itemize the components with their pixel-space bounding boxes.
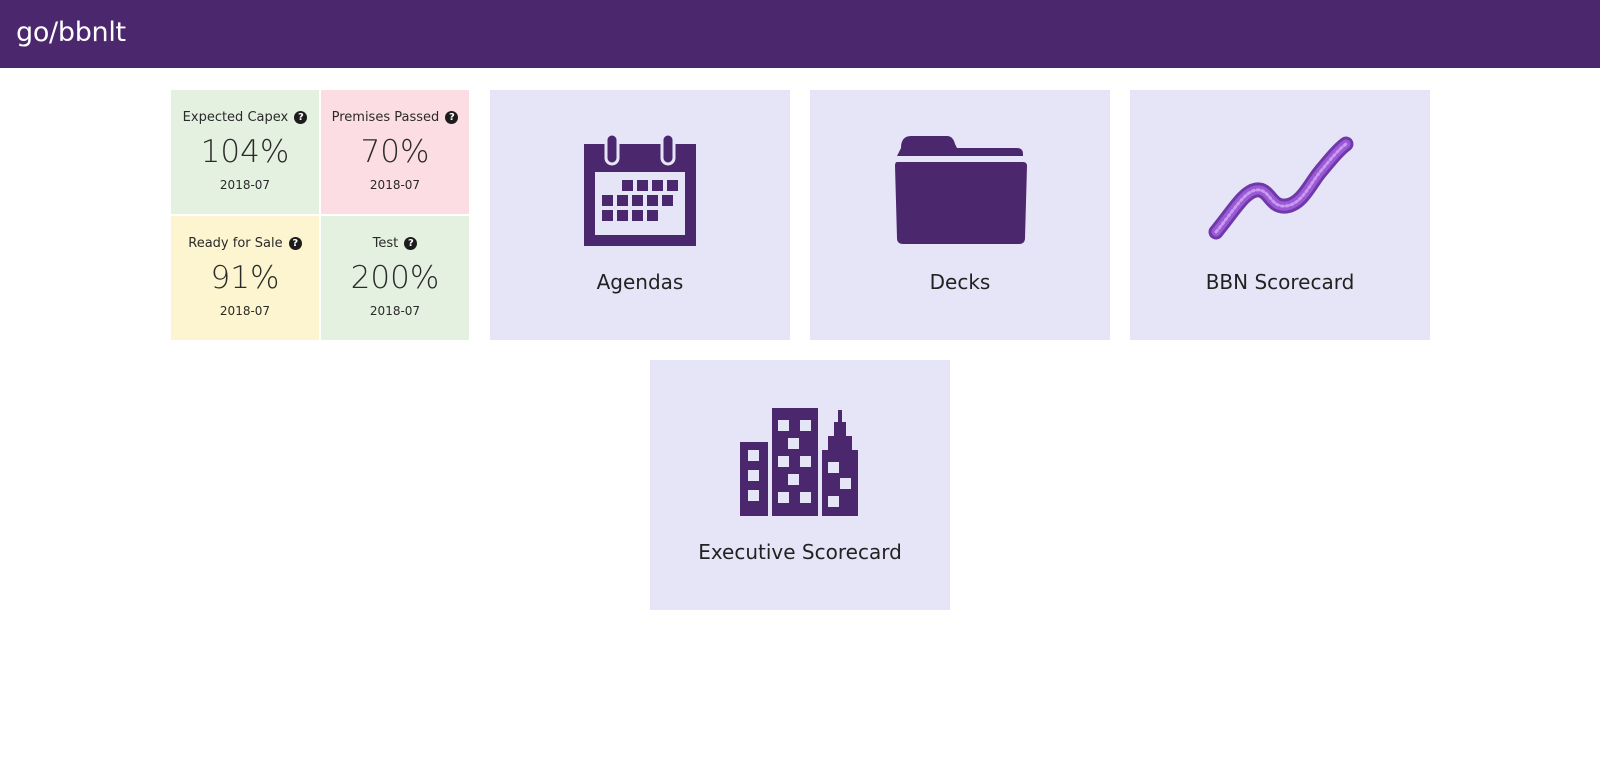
executive-scorecard-tile[interactable]: Executive Scorecard xyxy=(650,360,950,610)
tile-label: BBN Scorecard xyxy=(1205,270,1355,294)
calendar-icon xyxy=(584,134,696,246)
metric-card-ready-for-sale: Ready for Sale ? 91% 2018-07 xyxy=(171,216,319,340)
metric-value: 200% xyxy=(350,260,440,296)
metric-date: 2018-07 xyxy=(219,178,271,192)
metric-card-expected-capex: Expected Capex ? 104% 2018-07 xyxy=(171,90,319,214)
metric-date: 2018-07 xyxy=(369,304,421,318)
tile-label: Agendas xyxy=(596,270,684,294)
metric-value: 91% xyxy=(210,260,280,296)
metric-label: Ready for Sale xyxy=(188,236,283,251)
decks-tile[interactable]: Decks xyxy=(810,90,1110,340)
metric-card-test: Test ? 200% 2018-07 xyxy=(321,216,469,340)
metric-label: Expected Capex xyxy=(182,110,289,125)
help-icon[interactable]: ? xyxy=(294,111,308,124)
metric-date: 2018-07 xyxy=(219,304,271,318)
tile-label: Executive Scorecard xyxy=(698,540,902,564)
metric-value: 104% xyxy=(200,134,290,170)
agendas-tile[interactable]: Agendas xyxy=(490,90,790,340)
tile-label: Decks xyxy=(929,270,991,294)
folder-icon xyxy=(895,136,1027,244)
metric-card-premises-passed: Premises Passed ? 70% 2018-07 xyxy=(321,90,469,214)
metric-date: 2018-07 xyxy=(369,178,421,192)
metric-label: Premises Passed xyxy=(331,110,440,125)
help-icon[interactable]: ? xyxy=(445,111,459,124)
help-icon[interactable]: ? xyxy=(288,237,302,250)
buildings-icon xyxy=(740,408,858,516)
metric-value: 70% xyxy=(360,134,430,170)
top-bar: go/bbnlt xyxy=(0,0,1600,68)
trend-line-icon xyxy=(1208,136,1354,240)
app-title-link[interactable]: go/bbnlt xyxy=(16,17,126,48)
help-icon[interactable]: ? xyxy=(404,237,418,250)
bbn-scorecard-tile[interactable]: BBN Scorecard xyxy=(1130,90,1430,340)
metric-label: Test xyxy=(372,236,399,251)
